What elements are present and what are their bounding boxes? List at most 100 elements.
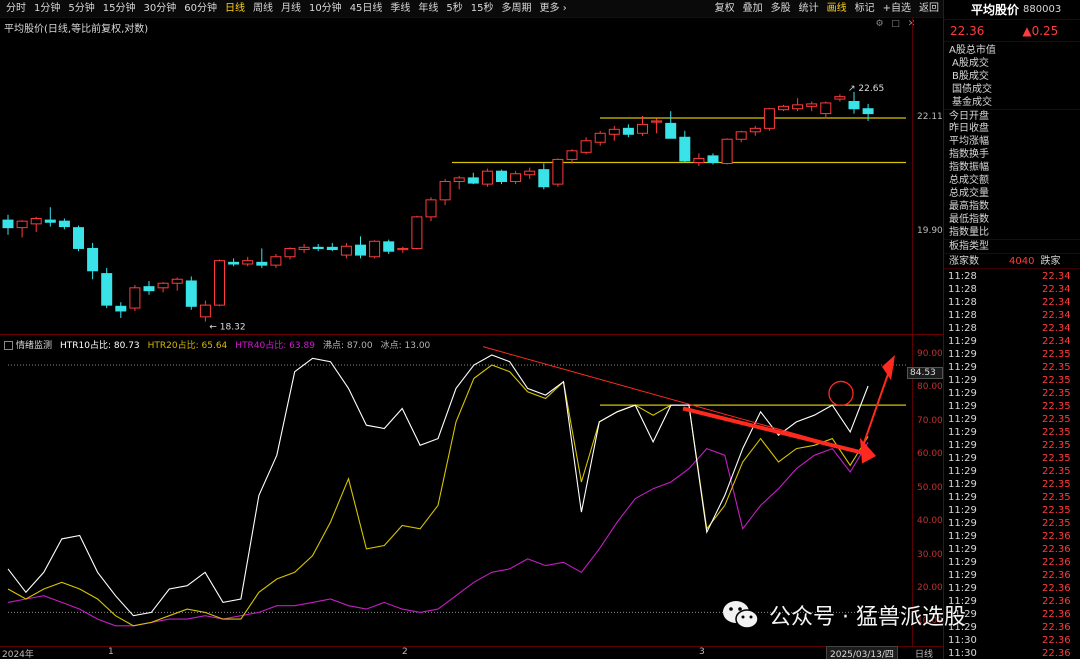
series-line xyxy=(7,354,869,617)
tick-row: 11:28 22.34 xyxy=(944,270,1080,283)
candle-body xyxy=(355,244,366,256)
tick-row: 11:28 22.34 xyxy=(944,309,1080,322)
freezing-point-label: 冰点: 13.00 xyxy=(380,341,431,351)
candle-body xyxy=(778,105,789,111)
indicator-tick: 70.00 xyxy=(917,415,943,426)
tick-row: 11:29 22.36 xyxy=(944,621,1080,634)
indicator-name[interactable]: 情绪监测 xyxy=(4,338,52,351)
tick-row: 11:29 22.35 xyxy=(944,517,1080,530)
tick-price: 22.36 xyxy=(1042,583,1071,594)
boiling-point-label: 沸点: 87.00 xyxy=(322,341,373,351)
indicator-header: 情绪监测 HTR10占比: 80.73 HTR20占比: 65.64 HTR40… xyxy=(4,338,430,351)
tick-price: 22.35 xyxy=(1042,440,1071,451)
quote-field: 今日开盘 xyxy=(944,109,1080,122)
candle-body xyxy=(30,217,42,225)
advance-label: 涨家数 xyxy=(949,256,979,267)
candle-body xyxy=(622,127,634,135)
candle-body xyxy=(481,170,493,185)
tick-price: 22.35 xyxy=(1042,427,1071,438)
tick-row: 11:28 22.34 xyxy=(944,296,1080,309)
kline-chart[interactable]: ← 18.32 ↗ 22.65 xyxy=(0,0,912,659)
decline-label: 跌家 xyxy=(1040,256,1061,267)
candle-body xyxy=(256,261,268,266)
cursor-date: 2025/03/13/四 xyxy=(826,646,898,659)
tick-time: 11:29 xyxy=(948,583,977,594)
tick-price: 22.35 xyxy=(1042,375,1071,386)
candle-body xyxy=(749,127,761,133)
tick-price: 22.35 xyxy=(1042,453,1071,464)
candle-body xyxy=(608,128,620,135)
candle-body xyxy=(637,123,648,134)
tick-price: 22.36 xyxy=(1042,544,1071,555)
tick-time: 11:29 xyxy=(948,479,977,490)
indicator-tick: 80.00 xyxy=(917,382,943,393)
candle-body xyxy=(453,177,465,183)
tick-time: 11:29 xyxy=(948,518,977,529)
candle-body xyxy=(326,246,338,251)
tick-price: 22.34 xyxy=(1042,284,1071,295)
candle-body xyxy=(524,170,536,176)
indicator-tick: 20.00 xyxy=(917,583,943,593)
up-arrow-shaft xyxy=(861,368,891,449)
tick-price: 22.34 xyxy=(1042,336,1071,347)
tick-row: 11:29 22.36 xyxy=(944,530,1080,543)
price-change: ▲0.25 xyxy=(1022,23,1059,38)
candle-body xyxy=(425,199,437,218)
candle-body xyxy=(566,150,578,160)
tick-row: 11:29 22.35 xyxy=(944,452,1080,465)
tool-button[interactable]: 返回 xyxy=(915,0,943,18)
tick-price: 22.35 xyxy=(1042,466,1071,477)
tick-time: 11:29 xyxy=(948,349,977,360)
tick-time: 11:29 xyxy=(948,596,977,607)
quote-field: 板指类型 xyxy=(944,239,1080,252)
tick-time: 11:29 xyxy=(948,505,977,516)
tick-row: 11:30 22.36 xyxy=(944,647,1080,659)
tick-time: 11:28 xyxy=(948,271,977,282)
tick-price: 22.36 xyxy=(1042,570,1071,581)
pane-divider[interactable] xyxy=(0,334,943,335)
tick-time: 11:29 xyxy=(948,427,977,438)
tick-row: 11:29 22.35 xyxy=(944,491,1080,504)
candle-body xyxy=(115,305,127,312)
tick-row: 11:29 22.35 xyxy=(944,504,1080,517)
tick-time: 11:29 xyxy=(948,492,977,503)
indicator-menu-icon[interactable] xyxy=(4,341,13,350)
candle-body xyxy=(101,273,113,306)
tick-row: 11:28 22.34 xyxy=(944,283,1080,296)
candle-body xyxy=(129,287,141,309)
candle-body xyxy=(820,102,832,115)
tick-time: 11:29 xyxy=(948,466,977,477)
tick-price: 22.35 xyxy=(1042,505,1071,516)
tick-row: 11:29 22.36 xyxy=(944,608,1080,621)
candle-body xyxy=(143,286,155,292)
tick-price: 22.35 xyxy=(1042,401,1071,412)
tick-time: 11:28 xyxy=(948,323,977,334)
candle-body xyxy=(411,216,423,249)
quote-field: 总成交额 xyxy=(949,175,989,186)
date-label: 2024年 xyxy=(2,650,34,659)
tick-time: 11:29 xyxy=(948,609,977,620)
quote-field: 指数振幅 xyxy=(949,162,989,173)
stock-code: 880003 xyxy=(1023,4,1062,15)
candle-body xyxy=(552,158,564,185)
candle-body xyxy=(848,100,860,110)
quote-field: B股成交 xyxy=(952,71,989,82)
candle-body xyxy=(735,131,747,140)
candle-body xyxy=(298,246,310,251)
tick-list[interactable]: 11:28 22.34 11:28 22.34 11:28 22.34 11:28 22.34… xyxy=(944,269,1080,659)
price-axis: 22.11 19.90 xyxy=(912,18,943,334)
tick-time: 11:29 xyxy=(948,336,977,347)
candle-body xyxy=(806,103,818,107)
quote-field: 总成交量 xyxy=(949,188,989,199)
quote-field: 昨日收盘 xyxy=(949,123,989,134)
candle-body xyxy=(44,219,56,223)
tick-time: 11:29 xyxy=(948,453,977,464)
candle-body xyxy=(467,177,479,184)
tick-row: 11:29 22.36 xyxy=(944,543,1080,556)
indicator-tick: 60.00 xyxy=(917,449,943,460)
tick-price: 22.34 xyxy=(1042,297,1071,308)
quote-field: A股总市值 xyxy=(949,45,996,56)
tick-time: 11:29 xyxy=(948,401,977,412)
trend-arrow-head xyxy=(860,437,876,464)
candle-body xyxy=(538,169,550,188)
